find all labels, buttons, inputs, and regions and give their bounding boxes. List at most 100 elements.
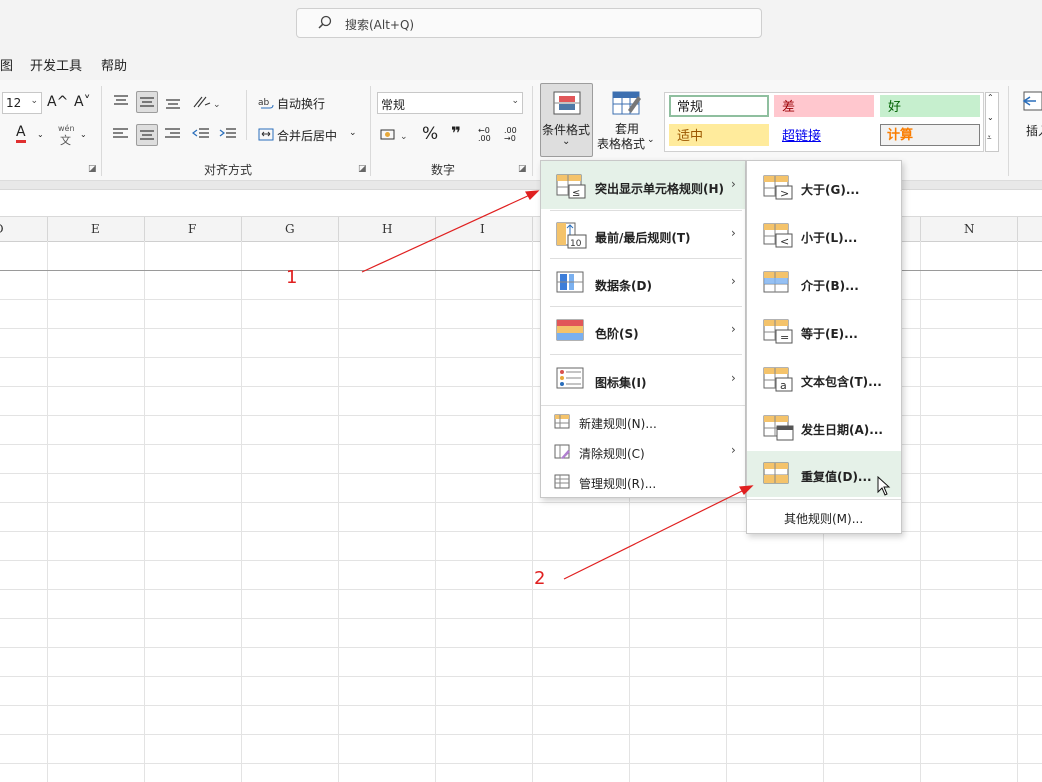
wrap-text-label: 自动换行 [277,97,326,111]
menu-tab-view[interactable]: 图 [0,55,13,74]
menu-item-data-bars[interactable]: 数据条(D) › [541,259,745,305]
cell-style-2[interactable]: 好 [880,95,980,117]
color-scales-icon [556,319,584,341]
menu-tab-developer[interactable]: 开发工具 [30,55,82,74]
menu-item-manage-rules[interactable]: 管理规则(R)... [541,468,745,496]
column-header-g[interactable]: G [285,222,295,236]
decrease-decimal-button[interactable]: .00 →0 [504,127,526,143]
align-bottom-icon[interactable] [164,96,182,110]
chevron-down-icon: ⌄ [562,136,571,147]
menu-item-label: 文本包含(T)... [801,375,882,389]
wrap-text-button[interactable]: ab 自动换行 [256,92,356,114]
increase-decimal-button[interactable]: ←0 .00 [478,127,500,143]
align-top-icon[interactable] [112,94,130,108]
menu-item-label: 最前/最后规则(T) [595,231,691,245]
submenu-item-text-contains[interactable]: a 文本包含(T)... [747,356,901,402]
column-header-h[interactable]: H [382,222,392,236]
submenu-item-less-than[interactable]: < 小于(L)... [747,212,901,258]
menu-item-clear-rules[interactable]: 清除规则(C) › [541,438,745,466]
cell-style-4[interactable]: 超链接 [774,124,874,146]
top-bottom-rules-icon: 10 [556,222,587,249]
column-header-divider [241,217,242,241]
alignment-dialog-launcher-icon[interactable]: ◪ [358,164,367,174]
grid-column-line [532,241,533,782]
column-header-n[interactable]: N [964,222,975,236]
menu-item-label: 小于(L)... [801,231,858,245]
grid-column-line [47,241,48,782]
svg-text:⌄: ⌄ [213,100,221,110]
manage-rules-icon [554,474,570,489]
submenu-icon-glyph: a [780,379,787,392]
menu-item-more-rules[interactable]: 其他规则(M)... [747,503,901,531]
menu-item-label: 清除规则(C) [579,447,645,461]
column-header-divider [144,217,145,241]
chevron-right-icon: › [731,274,736,288]
gallery-scroller[interactable]: ⌃ ⌄ ⩡ [985,92,999,152]
icon-sets-icon [556,367,584,389]
menu-item-color-scales[interactable]: 色阶(S) › [541,307,745,353]
submenu-icon-glyph: > [780,187,790,200]
chevron-down-icon: ⌄ [37,130,44,139]
chevron-down-icon: ⌄ [647,135,655,145]
column-header-f[interactable]: F [188,222,196,236]
accounting-format-icon[interactable]: ⌄ [380,126,414,144]
cell-style-1[interactable]: 差 [774,95,874,117]
svg-text:⌄: ⌄ [400,132,408,142]
cell-style-0[interactable]: 常规 [669,95,769,117]
grow-font-button[interactable]: A^ [47,94,68,110]
ribbon-separator [101,86,102,176]
menu-tab-help[interactable]: 帮助 [101,55,127,74]
number-dialog-launcher-icon[interactable]: ◪ [518,164,527,174]
format-as-table-button[interactable]: 套用 表格格式 ⌄ [596,86,660,156]
align-center-button[interactable] [136,124,158,146]
align-right-icon[interactable] [164,127,182,141]
column-header-e[interactable]: E [91,222,100,236]
grid-column-line [241,241,242,782]
number-format-select[interactable]: 常规 ⌄ [377,92,523,114]
between-icon [763,271,789,293]
insert-cells-icon[interactable] [1022,88,1042,116]
font-color-button[interactable]: A [16,125,26,143]
align-middle-button[interactable] [136,91,158,113]
cell-style-3[interactable]: 适中 [669,124,769,146]
search-box[interactable]: 搜索(Alt+Q) [296,8,762,38]
number-format-value: 常规 [381,98,406,112]
conditional-formatting-button[interactable]: 条件格式 ⌄ [540,83,593,157]
phonetic-button[interactable]: wén 文 ⌄ [58,124,88,147]
cell-style-5[interactable]: 计算 [880,124,980,146]
submenu-item-greater-than[interactable]: > 大于(G)... [747,164,901,210]
grid-column-line [1017,241,1018,782]
submenu-item-date-occurring[interactable]: 发生日期(A)... [747,404,901,450]
column-header-d[interactable]: D [0,222,4,236]
grid-row-line [0,676,1042,677]
insert-label[interactable]: 插入 [1026,122,1042,139]
annotation-label-2: 2 [534,568,546,589]
percent-style-button[interactable]: % [422,124,438,144]
submenu-item-between[interactable]: 介于(B)... [747,260,901,306]
menu-item-label: 管理规则(R)... [579,477,657,491]
font-dialog-launcher-icon[interactable]: ◪ [88,164,97,174]
menu-item-highlight-cells-rules[interactable]: ≤ 突出显示单元格规则(H) › [541,161,745,209]
search-placeholder: 搜索(Alt+Q) [345,18,415,32]
column-header-i[interactable]: I [480,222,485,236]
merge-center-button[interactable]: 合并后居中 ⌄ [256,124,366,146]
grid-row-line [0,589,1042,590]
number-group-label: 数字 [431,163,456,177]
align-left-icon[interactable] [112,127,130,141]
menu-item-top-bottom-rules[interactable]: 10 最前/最后规则(T) › [541,211,745,257]
font-size-value: 12 [6,96,22,110]
comma-style-button[interactable]: ❞ [451,124,461,144]
wrap-text-icon: ab [258,98,274,109]
svg-text:ab: ab [258,98,270,108]
shrink-font-button[interactable]: A˅ [74,94,91,110]
chevron-right-icon: › [731,226,736,240]
menu-item-label: 等于(E)... [801,327,858,341]
data-bars-icon [556,271,584,293]
orientation-icon[interactable]: ⌄ [192,93,222,111]
menu-item-icon-sets[interactable]: 图标集(I) › [541,355,745,403]
font-size-select[interactable]: 12 ⌄ [2,92,42,114]
menu-item-new-rule[interactable]: 新建规则(N)... [541,408,745,436]
submenu-item-equal-to[interactable]: = 等于(E)... [747,308,901,354]
decrease-indent-icon[interactable] [192,127,210,141]
increase-indent-icon[interactable] [219,127,237,141]
